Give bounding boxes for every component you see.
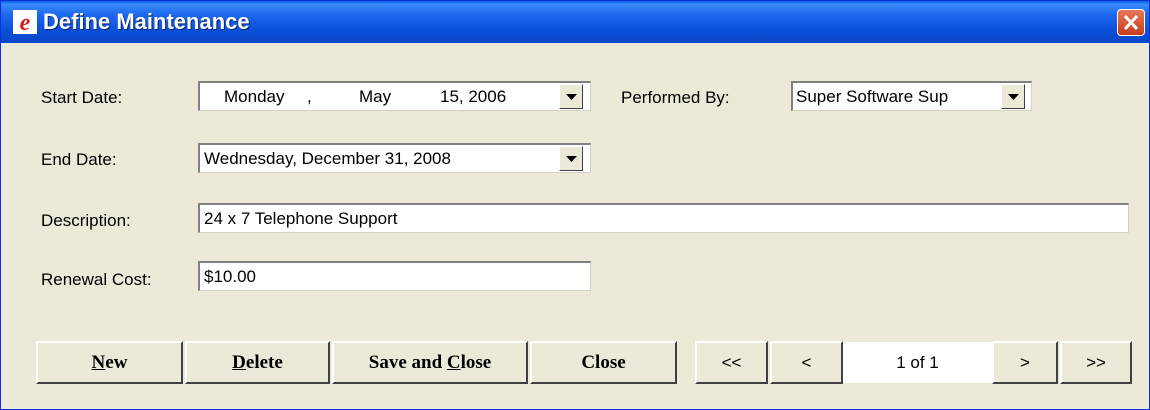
save-and-close-label-rest: lose — [460, 351, 492, 373]
end-date-picker[interactable]: Wednesday, December 31, 2008 — [198, 143, 591, 173]
start-date-label: Start Date: — [41, 88, 123, 107]
start-date-picker[interactable]: Monday , May 15, 2006 — [198, 81, 591, 111]
title-bar[interactable]: e Define Maintenance — [1, 1, 1149, 43]
close-button-label: Close — [581, 351, 626, 373]
end-date-dropdown-button[interactable] — [559, 146, 583, 171]
end-date-label: End Date: — [41, 150, 117, 169]
description-input[interactable]: 24 x 7 Telephone Support — [198, 203, 1129, 233]
next-record-label: > — [1020, 352, 1030, 372]
performed-by-value: Super Software Sup — [796, 87, 949, 106]
new-button[interactable]: New — [36, 341, 183, 384]
start-date-dropdown-button[interactable] — [559, 84, 583, 109]
record-counter: 1 of 1 — [843, 342, 992, 383]
start-date-day-year[interactable]: 15, 2006 — [440, 87, 506, 107]
next-record-button[interactable]: > — [992, 341, 1058, 384]
end-date-value[interactable]: Wednesday, December 31, 2008 — [204, 149, 451, 169]
e-logo-icon: e — [13, 10, 37, 34]
previous-record-button[interactable]: < — [770, 341, 843, 384]
close-window-button[interactable] — [1117, 9, 1145, 36]
performed-by-select[interactable]: Super Software Sup — [791, 81, 1032, 111]
new-button-accesskey: N — [91, 351, 106, 373]
first-record-button[interactable]: << — [695, 341, 768, 384]
save-and-close-button[interactable]: Save and Close — [332, 341, 528, 384]
renewal-cost-input[interactable]: $10.00 — [198, 261, 591, 291]
first-record-label: << — [721, 352, 742, 372]
last-record-label: >> — [1086, 352, 1106, 372]
performed-by-label: Performed By: — [621, 88, 730, 107]
delete-button-label: elete — [245, 351, 283, 373]
new-button-label: ew — [105, 351, 128, 373]
svg-text:e: e — [20, 10, 31, 34]
start-date-comma: , — [307, 87, 312, 106]
chevron-down-icon — [566, 94, 577, 100]
chevron-down-icon — [1008, 94, 1019, 100]
start-date-weekday[interactable]: Monday — [224, 87, 284, 107]
window-title: Define Maintenance — [43, 9, 250, 34]
save-and-close-accesskey: C — [446, 351, 461, 373]
delete-button[interactable]: Delete — [185, 341, 330, 384]
close-icon — [1123, 14, 1139, 31]
close-button[interactable]: Close — [530, 341, 677, 384]
delete-button-accesskey: D — [232, 351, 246, 373]
description-label: Description: — [41, 211, 131, 230]
description-value: 24 x 7 Telephone Support — [204, 209, 398, 228]
start-date-month[interactable]: May — [359, 87, 391, 107]
previous-record-label: < — [801, 352, 812, 372]
define-maintenance-window: e Define Maintenance Start Date: Monday … — [0, 0, 1150, 410]
renewal-cost-value: $10.00 — [204, 267, 256, 286]
chevron-down-icon — [566, 156, 577, 162]
last-record-button[interactable]: >> — [1060, 341, 1132, 384]
renewal-cost-label: Renewal Cost: — [41, 270, 152, 289]
save-and-close-label-pre: Save and — [368, 351, 447, 373]
performed-by-dropdown-button[interactable] — [1001, 84, 1025, 109]
